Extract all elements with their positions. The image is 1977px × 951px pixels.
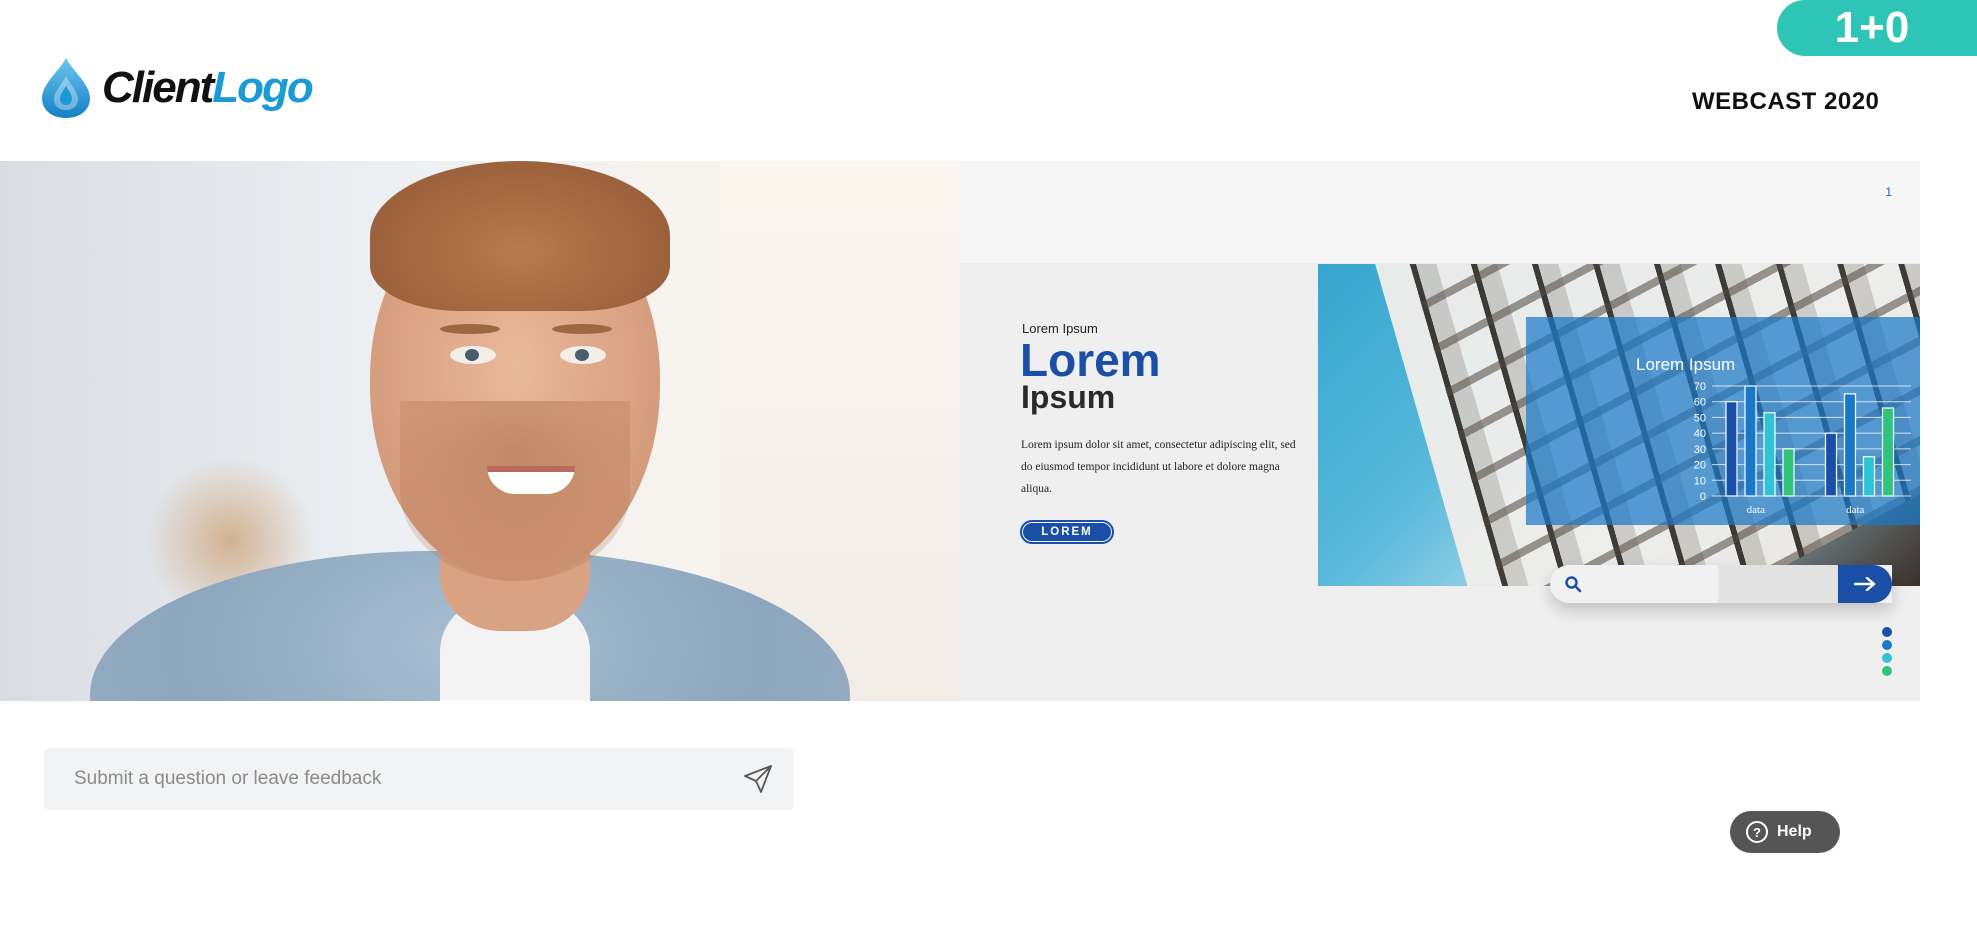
question-circle-icon: ? — [1746, 821, 1768, 843]
client-logo: ClientLogo — [38, 56, 314, 120]
logo-text-part1: Client — [102, 63, 214, 112]
chart-y-tick: 40 — [1694, 428, 1706, 440]
presenter-brow-left — [440, 324, 500, 334]
help-button[interactable]: ? Help — [1730, 811, 1840, 853]
slide-lorem-button[interactable]: LOREM — [1020, 520, 1114, 544]
slide-number: 1 — [1885, 185, 1892, 199]
slide-body-text: Lorem ipsum dolor sit amet, consectetur … — [1021, 439, 1296, 495]
chart-y-tick: 20 — [1694, 460, 1706, 472]
chart-bar — [1744, 385, 1757, 497]
presenter-brow-right — [552, 324, 612, 334]
logo-text: ClientLogo — [102, 63, 314, 113]
counter-badge[interactable]: 1+0 — [1777, 0, 1977, 56]
chart-x-tick: data — [1747, 504, 1765, 516]
chart-overlay: Lorem Ipsum 70 60 50 40 30 20 10 0 data data — [1526, 317, 1920, 525]
webcast-page: 1+0 ClientLogo WEBCAST 2020 1 Lorem Ipsu… — [0, 0, 1977, 951]
presenter-video[interactable] — [0, 161, 960, 701]
presentation-slide[interactable]: 1 Lorem Ipsum Lorem Ipsum Lorem ipsum do… — [960, 161, 1920, 701]
search-icon — [1565, 576, 1582, 593]
pagination-dot[interactable] — [1882, 627, 1892, 637]
feedback-input[interactable] — [44, 748, 744, 810]
presenter-hair — [370, 161, 670, 311]
slide-pagination-dots — [1882, 627, 1894, 679]
bar-chart: 70 60 50 40 30 20 10 0 data data — [1694, 381, 1911, 516]
presenter-eye-left — [450, 346, 496, 364]
arrow-right-icon — [1838, 565, 1892, 603]
chart-bar — [1881, 407, 1895, 497]
logo-text-part2: Logo — [212, 63, 314, 112]
feedback-box — [44, 748, 794, 810]
chart-y-tick: 60 — [1694, 397, 1706, 409]
chart-bar — [1824, 432, 1838, 497]
webcast-title: WEBCAST 2020 — [1692, 88, 1880, 115]
chart-bar — [1763, 412, 1776, 497]
slide-header-band — [960, 161, 1920, 263]
chart-bar — [1725, 401, 1738, 497]
chart-y-tick: 30 — [1694, 444, 1706, 456]
pagination-dot[interactable] — [1882, 640, 1892, 650]
slide-search-bar — [1550, 565, 1892, 603]
chart-bar — [1843, 393, 1857, 497]
chart-x-tick: data — [1846, 504, 1864, 516]
slide-search-shade — [1718, 565, 1838, 603]
pagination-dot[interactable] — [1882, 653, 1892, 663]
water-drop-icon — [42, 58, 90, 118]
chart-y-tick: 70 — [1694, 381, 1706, 393]
chart-y-tick: 0 — [1700, 491, 1706, 503]
pagination-dot[interactable] — [1882, 666, 1892, 676]
chart-bar — [1862, 456, 1876, 497]
help-label: Help — [1777, 823, 1812, 840]
chart-bar — [1782, 448, 1795, 497]
chart-y-tick: 50 — [1694, 412, 1706, 424]
paper-plane-icon[interactable] — [742, 763, 774, 795]
presenter-eye-right — [560, 346, 606, 364]
slide-title-line2: Ipsum — [1021, 379, 1116, 415]
building-image: Lorem Ipsum 70 60 50 40 30 20 10 0 data data — [1318, 264, 1920, 586]
chart-y-tick: 10 — [1694, 475, 1706, 487]
